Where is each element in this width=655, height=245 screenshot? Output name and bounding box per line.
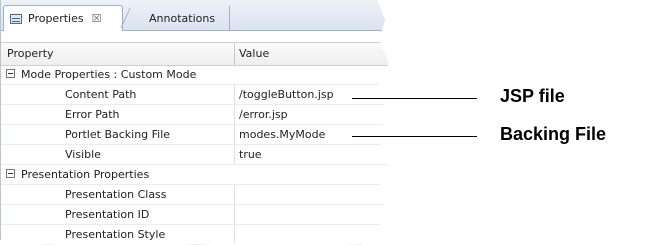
callout-line-backing [352,136,477,137]
tab-annotations-label: Annotations [149,11,216,25]
column-divider [234,105,235,124]
collapse-icon[interactable] [6,69,15,78]
column-divider [234,85,235,104]
group-label: Presentation Properties [21,168,150,181]
properties-view: Properties ☒ Annotations Property Value … [0,0,390,245]
column-header-value[interactable]: Value [239,47,269,60]
collapse-icon[interactable] [6,169,15,178]
tab-bar: Properties ☒ Annotations [1,0,390,31]
callout-backing-file: Backing File [500,124,607,144]
column-divider [234,205,235,224]
table-row[interactable]: Presentation Style [1,225,390,245]
tab-properties[interactable]: Properties ☒ [3,5,123,31]
column-header-property[interactable]: Property [7,47,54,60]
table-row-group[interactable]: Mode Properties : Custom Mode [1,65,390,85]
property-value[interactable]: /toggleButton.jsp [239,88,334,101]
column-divider [234,125,235,144]
property-table: Mode Properties : Custom Mode Content Pa… [1,65,390,245]
group-label: Mode Properties : Custom Mode [21,68,197,81]
property-value[interactable]: /error.jsp [239,108,288,121]
table-row[interactable]: Content Path /toggleButton.jsp [1,85,390,105]
property-name: Presentation Class [65,188,167,201]
table-row-group[interactable]: Presentation Properties [1,165,390,185]
table-row[interactable]: Presentation Class [1,185,390,205]
properties-icon [10,13,22,24]
table-row[interactable]: Error Path /error.jsp [1,105,390,125]
table-header: Property Value [1,42,390,66]
column-divider [234,145,235,164]
column-divider [234,225,235,244]
table-row[interactable]: Portlet Backing File modes.MyMode [1,125,390,145]
tab-annotations[interactable]: Annotations [129,6,229,30]
tab-edge [229,6,230,30]
table-row[interactable]: Presentation ID [1,205,390,225]
tab-properties-label: Properties [28,12,84,25]
property-name: Content Path [65,88,137,101]
property-value[interactable]: modes.MyMode [239,128,325,141]
table-row[interactable]: Visible true [1,145,390,165]
callout-jsp-file: JSP file [500,86,565,106]
property-name: Presentation ID [65,208,150,221]
close-icon[interactable]: ☒ [92,12,102,25]
property-value[interactable]: true [239,148,262,161]
property-name: Presentation Style [65,228,166,241]
column-divider [234,185,235,204]
property-name: Portlet Backing File [65,128,171,141]
column-resize-handle[interactable] [234,43,235,65]
callout-line-jsp [352,98,477,99]
property-name: Visible [65,148,101,161]
property-name: Error Path [65,108,120,121]
